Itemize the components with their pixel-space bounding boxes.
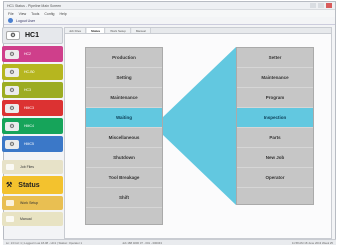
main-content: Job Files Status Work Setup Manual Produ…: [64, 27, 332, 239]
menu-help[interactable]: Help: [59, 12, 66, 16]
status-label: Status: [18, 181, 40, 189]
menu-file[interactable]: File: [8, 12, 14, 16]
reason-inspection[interactable]: Inspection: [237, 108, 313, 128]
machine-panel: ⚙ HC1 ⚙ HC2 ⚙ HC-B0 ⚙ HC3 ⚙ HMC3 ⚙ HMC4 …: [2, 27, 63, 237]
machine-hc3[interactable]: ⚙ HC3: [2, 82, 63, 98]
user-bar: Logout User: [4, 17, 335, 25]
machine-hmc5[interactable]: ⚙ HMC5: [2, 136, 63, 152]
folder-icon: [6, 164, 14, 170]
status-button[interactable]: ⚒ Status: [2, 176, 63, 194]
status-shift[interactable]: Shift: [86, 188, 162, 208]
machine-icon: ⚙: [5, 67, 19, 77]
status-reason-list: Production Setting Maintenance Waiting M…: [85, 47, 163, 225]
machine-label: HMC5: [24, 142, 34, 146]
status-miscellaneous[interactable]: Miscellaneous: [86, 128, 162, 148]
reason-setter[interactable]: Setter: [237, 48, 313, 68]
status-tool-breakage[interactable]: Tool Breakage: [86, 168, 162, 188]
user-icon: [8, 18, 13, 23]
machine-label: HC-B0: [24, 70, 35, 74]
machine-icon: ⚙: [5, 49, 19, 59]
logout-link[interactable]: Logout User: [16, 19, 35, 23]
machine-label: HMC3: [24, 106, 34, 110]
menu-bar: File View Tools Config Help: [4, 10, 335, 17]
wrench-icon: ⚒: [6, 182, 13, 189]
tab-strip: Job Files Status Work Setup Manual: [65, 28, 331, 34]
manual-button[interactable]: Manual: [2, 212, 63, 226]
waiting-reason-list: Setter Maintenance Program Inspection Pa…: [236, 47, 314, 205]
reason-parts[interactable]: Parts: [237, 128, 313, 148]
machine-label: HMC4: [24, 124, 34, 128]
selection-connector: [163, 47, 236, 205]
reason-operator[interactable]: Operator: [237, 168, 313, 188]
machine-icon: ⚙: [5, 139, 19, 149]
work-setup-label: Work Setup: [20, 201, 39, 205]
machine-icon: ⚙: [5, 85, 19, 95]
menu-config[interactable]: Config: [44, 12, 54, 16]
machine-icon: ⚙: [5, 103, 19, 113]
status-shutdown[interactable]: Shutdown: [86, 148, 162, 168]
close-button[interactable]: [326, 3, 332, 8]
status-middle-text: Job 188 4000 37 - 001 - 000043: [122, 240, 162, 245]
tab-manual[interactable]: Manual: [131, 28, 151, 33]
status-production[interactable]: Production: [86, 48, 162, 68]
work-setup-button[interactable]: Work Setup: [2, 196, 63, 210]
machine-hc-b0[interactable]: ⚙ HC-B0: [2, 64, 63, 80]
window-title: HC1 Status - Pipeline Main Screen: [7, 3, 62, 8]
machine-icon: ⚙: [5, 121, 19, 131]
status-setting[interactable]: Setting: [86, 68, 162, 88]
manual-label: Manual: [20, 217, 32, 221]
status-waiting[interactable]: Waiting: [86, 108, 162, 128]
tab-job-files[interactable]: Job Files: [65, 28, 87, 33]
machine-label: HC3: [24, 88, 32, 92]
status-bar: Ln: 13 Col: 1 | Logged in as 18-08 - HC1…: [3, 239, 336, 245]
title-bar: HC1 Status - Pipeline Main Screen: [4, 2, 335, 10]
setup-icon: [6, 200, 14, 206]
machine-hc1[interactable]: ⚙ HC1: [2, 27, 63, 44]
window-controls: [310, 3, 332, 8]
status-left-text: Ln: 13 Col: 1 | Logged in as 18-08 - HC1…: [6, 240, 83, 245]
reason-new-job[interactable]: New Job: [237, 148, 313, 168]
status-right-text: 11:58 AM 18 June 2013 Week 25: [291, 240, 333, 245]
machine-hmc3[interactable]: ⚙ HMC3: [2, 100, 63, 116]
job-files-button[interactable]: Job Files: [2, 160, 63, 174]
status-maintenance[interactable]: Maintenance: [86, 88, 162, 108]
maximize-button[interactable]: [318, 3, 324, 8]
machine-icon: ⚙: [6, 31, 20, 40]
machine-label: HC1: [25, 32, 40, 39]
menu-tools[interactable]: Tools: [31, 12, 39, 16]
machine-label: HC2: [24, 52, 32, 56]
book-icon: [6, 216, 14, 222]
machine-hmc4[interactable]: ⚙ HMC4: [2, 118, 63, 134]
reason-program[interactable]: Program: [237, 88, 313, 108]
job-files-label: Job Files: [20, 165, 35, 169]
minimize-button[interactable]: [310, 3, 316, 8]
reason-maintenance[interactable]: Maintenance: [237, 68, 313, 88]
tab-work-setup[interactable]: Work Setup: [106, 28, 131, 33]
menu-view[interactable]: View: [19, 12, 27, 16]
tab-status[interactable]: Status: [87, 28, 106, 33]
machine-hc2[interactable]: ⚙ HC2: [2, 46, 63, 62]
